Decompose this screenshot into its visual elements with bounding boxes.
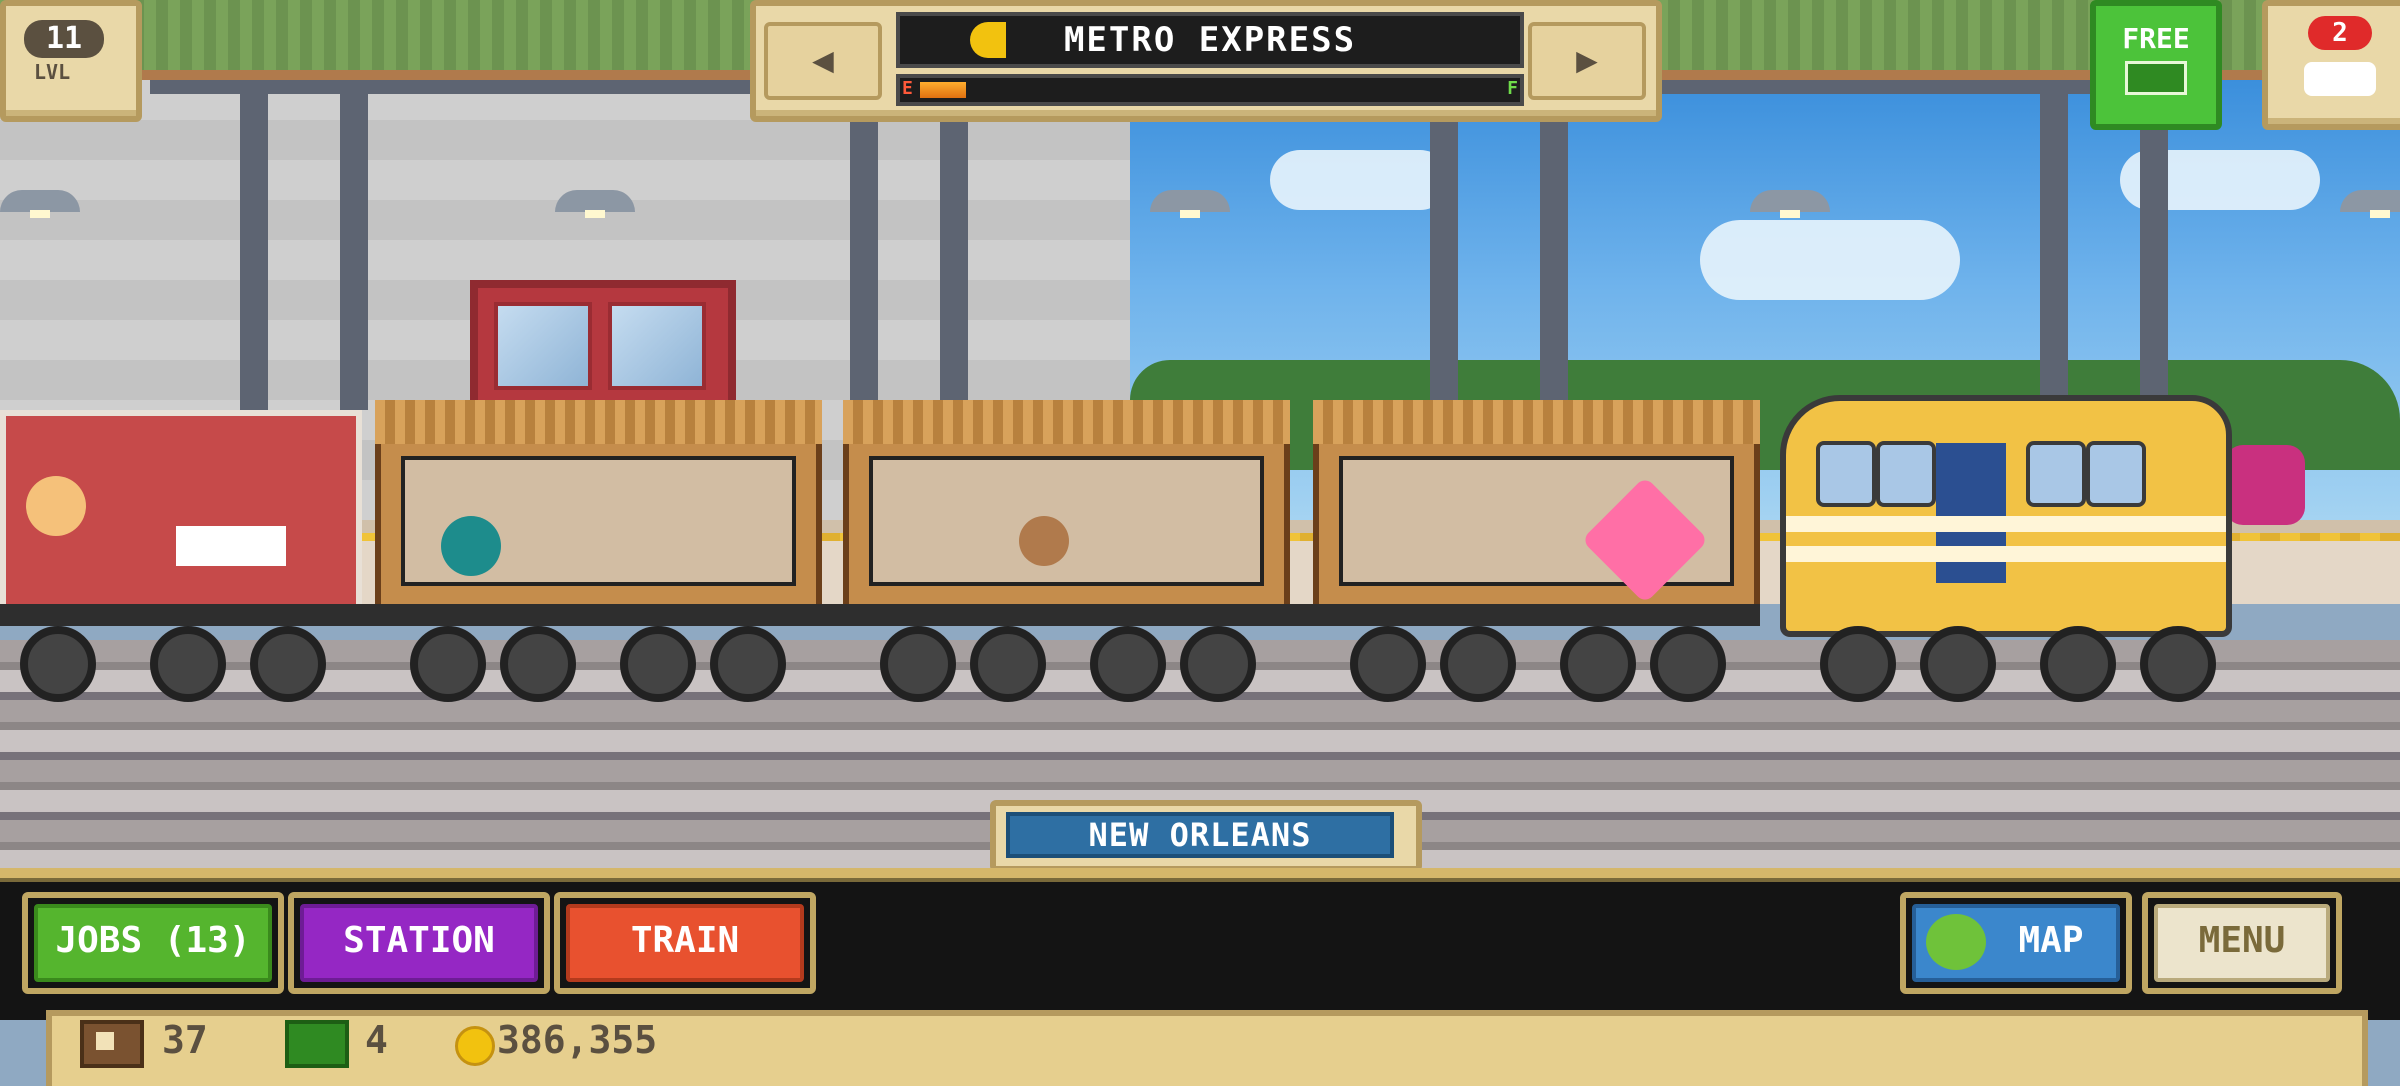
locomotive[interactable] (1780, 395, 2232, 637)
wheel (410, 626, 486, 702)
currency-bar (46, 1010, 2368, 1086)
fuel-bar: E F (896, 74, 1524, 106)
car-roof (375, 400, 822, 444)
loco-stripe (1786, 546, 2226, 562)
coins-count: 386,355 (497, 1018, 658, 1062)
dining-car[interactable] (0, 410, 362, 622)
ceiling-lamp (0, 190, 80, 218)
rail-logo-icon (1936, 443, 2006, 583)
fuel-icon (970, 22, 1006, 58)
wheel (1440, 626, 1516, 702)
loco-window (1816, 441, 1876, 507)
wheel (970, 626, 1046, 702)
destination-banner: NEW ORLEANS (990, 800, 1422, 872)
wheel (1920, 626, 1996, 702)
wheel (1090, 626, 1166, 702)
cloud (1270, 150, 1450, 210)
wheel (1180, 626, 1256, 702)
ceiling-lamp (1150, 190, 1230, 218)
passenger (26, 476, 86, 536)
menu-label: MENU (2154, 904, 2330, 982)
trains-button[interactable]: 2 (2262, 0, 2400, 130)
next-train-button[interactable]: ▶ (1528, 22, 1646, 100)
previous-train-button[interactable]: ◀ (764, 22, 882, 100)
bux-icon (2125, 61, 2187, 95)
wheel (20, 626, 96, 702)
jobs-label: JOBS (13) (34, 904, 272, 982)
crates-count: 37 (162, 1018, 208, 1062)
station-label: STATION (300, 904, 538, 982)
passenger (1019, 516, 1069, 566)
coin-icon (455, 1026, 495, 1066)
wheel (880, 626, 956, 702)
loco-stripe (1786, 516, 2226, 532)
destination-name: NEW ORLEANS (1006, 812, 1394, 858)
map-icon (1926, 914, 1986, 970)
fuel-full-label: F (1507, 78, 1518, 99)
train-label: TRAIN (566, 904, 804, 982)
free-label: FREE (2122, 22, 2190, 55)
wheel (1560, 626, 1636, 702)
ceiling-lamp (555, 190, 635, 218)
girder-column (850, 80, 878, 410)
girder-column (2040, 80, 2068, 410)
window-pane (608, 302, 706, 390)
luggage-bag (2225, 445, 2305, 525)
triangle-right-icon: ▶ (1576, 40, 1598, 81)
level-label: LVL (34, 60, 71, 84)
car-window (869, 456, 1264, 586)
ceiling-lamp (2340, 190, 2400, 218)
dining-table (176, 526, 286, 566)
level-indicator[interactable]: 11 LVL (0, 0, 142, 122)
wheel (250, 626, 326, 702)
loco-window (1876, 441, 1936, 507)
wheel (1350, 626, 1426, 702)
wheel (710, 626, 786, 702)
map-button[interactable]: MAP (1900, 892, 2132, 994)
crate-icon (80, 1020, 144, 1068)
bux-icon (285, 1020, 349, 1068)
station-window (470, 280, 736, 416)
menu-button[interactable]: MENU (2142, 892, 2342, 994)
wheel (500, 626, 576, 702)
train-name: METRO EXPRESS (1063, 20, 1357, 60)
station-button[interactable]: STATION (288, 892, 550, 994)
free-bux-button[interactable]: FREE (2090, 0, 2222, 130)
wheel (1820, 626, 1896, 702)
game-scene (0, 0, 2400, 870)
train-button[interactable]: TRAIN (554, 892, 816, 994)
wheel (2040, 626, 2116, 702)
loco-window (2026, 441, 2086, 507)
train-icon (2304, 62, 2376, 96)
car-roof (1313, 400, 1760, 444)
wheel (2140, 626, 2216, 702)
loco-window (2086, 441, 2146, 507)
girder-column (940, 80, 968, 410)
triangle-left-icon: ◀ (812, 40, 834, 81)
bux-count: 4 (365, 1018, 388, 1062)
girder-column (340, 80, 368, 410)
train-selector: ◀ METRO EXPRESS E F ▶ (750, 0, 1662, 122)
cloud (1700, 220, 1960, 300)
girder-column (1540, 80, 1568, 410)
train-name-panel: METRO EXPRESS (896, 12, 1524, 68)
fuel-empty-label: E (902, 78, 913, 99)
car-roof (843, 400, 1290, 444)
fuel-bar-fill (920, 82, 966, 98)
girder-column (1430, 80, 1458, 410)
wheel (1650, 626, 1726, 702)
jobs-button[interactable]: JOBS (13) (22, 892, 284, 994)
trains-count-badge: 2 (2308, 16, 2372, 50)
train-chassis (0, 604, 1760, 626)
passenger (441, 516, 501, 576)
ceiling-lamp (1750, 190, 1830, 218)
train-car[interactable] (375, 400, 822, 622)
wheel (150, 626, 226, 702)
train-car[interactable] (843, 400, 1290, 622)
level-number: 11 (24, 20, 104, 58)
train-car[interactable] (1313, 400, 1760, 622)
girder-column (240, 80, 268, 410)
window-pane (494, 302, 592, 390)
wheel (620, 626, 696, 702)
